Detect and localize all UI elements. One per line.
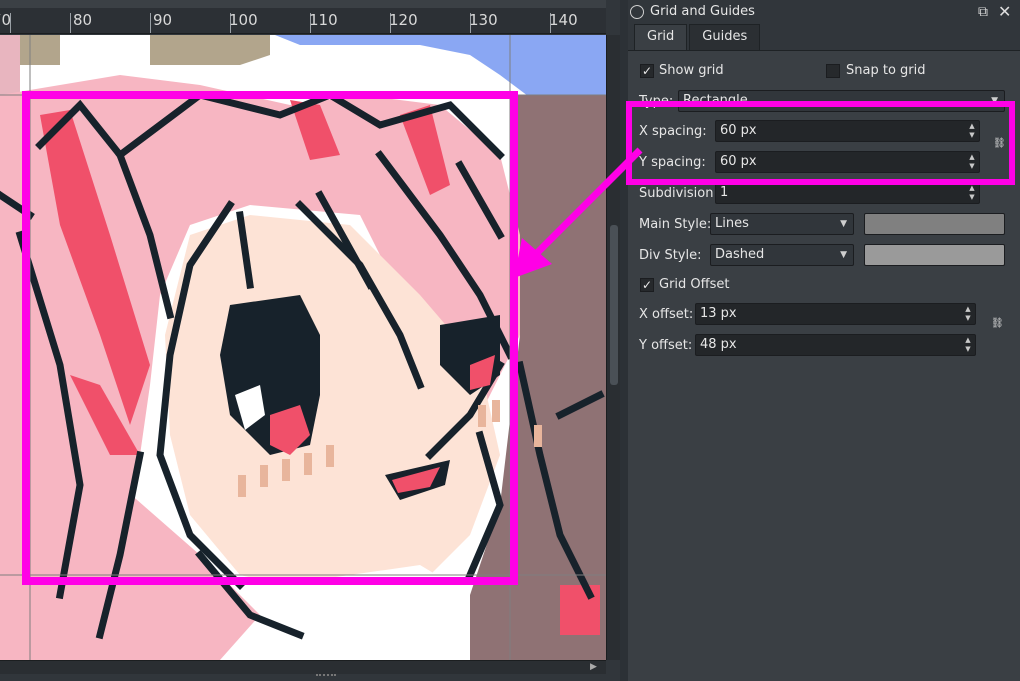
ruler-top-strip xyxy=(0,0,606,8)
grid-offset-label: Grid Offset xyxy=(659,277,730,292)
spin-arrows-icon[interactable]: ▲ ▼ xyxy=(967,184,977,202)
x-offset-label: X offset: xyxy=(639,307,694,322)
tab-bar: Grid Guides xyxy=(634,24,762,50)
subdivision-value: 1 xyxy=(720,185,729,200)
x-offset-field[interactable]: 13 px ▲ ▼ xyxy=(695,303,976,325)
close-icon[interactable]: ✕ xyxy=(998,2,1014,21)
main-style-combo[interactable]: Lines ▼ xyxy=(710,213,854,235)
ruler-label: 120 xyxy=(389,11,418,29)
spin-arrows-icon[interactable]: ▲ ▼ xyxy=(963,305,973,323)
canvas-view[interactable] xyxy=(0,35,606,660)
y-offset-label: Y offset: xyxy=(639,338,693,353)
ruler-label: 140 xyxy=(549,11,578,29)
div-style-combo[interactable]: Dashed ▼ xyxy=(710,244,854,266)
ruler-label: 70 xyxy=(0,11,12,29)
annotation-arrow xyxy=(514,147,643,278)
show-grid-checkbox[interactable]: ✓ xyxy=(640,64,654,78)
y-offset-field[interactable]: 48 px ▲ ▼ xyxy=(695,334,976,356)
show-grid-label: Show grid xyxy=(659,63,724,78)
snap-to-grid-checkbox[interactable] xyxy=(826,64,840,78)
chevron-down-icon: ▼ xyxy=(840,250,847,260)
spin-arrows-icon[interactable]: ▲ ▼ xyxy=(963,336,973,354)
subdivision-field[interactable]: 1 ▲ ▼ xyxy=(715,182,980,204)
vertical-scrollbar[interactable] xyxy=(606,35,620,660)
docker-icon xyxy=(630,5,644,19)
y-offset-value: 48 px xyxy=(700,337,737,352)
tab-guides[interactable]: Guides xyxy=(689,24,761,50)
ruler-label: 100 xyxy=(229,11,258,29)
ruler-tick xyxy=(150,13,151,33)
div-style-value: Dashed xyxy=(715,247,765,262)
ruler-label: 110 xyxy=(309,11,338,29)
div-color-swatch[interactable] xyxy=(864,244,1005,266)
docker-title-bar: Grid and Guides ⧉ ✕ xyxy=(628,0,1020,24)
ruler-label: 130 xyxy=(469,11,498,29)
chain-link-icon[interactable]: ⛓ xyxy=(991,319,1004,329)
scroll-right-arrow-icon[interactable]: ▶ xyxy=(590,662,597,672)
main-color-swatch[interactable] xyxy=(864,213,1005,235)
ruler-label: 80 xyxy=(73,11,93,29)
docker-title: Grid and Guides xyxy=(650,4,755,19)
horizontal-ruler: 70 80 90 100 110 120 130 140 xyxy=(0,0,606,34)
main-style-value: Lines xyxy=(715,216,749,231)
horizontal-scrollbar[interactable]: ▶ xyxy=(0,660,606,674)
x-offset-value: 13 px xyxy=(700,306,737,321)
pixel-art-image xyxy=(0,35,606,660)
ruler-tick xyxy=(70,13,71,33)
resize-grip[interactable] xyxy=(316,674,336,678)
chevron-down-icon: ▼ xyxy=(840,219,847,229)
tab-grid[interactable]: Grid xyxy=(634,24,688,50)
annotation-highlight-box xyxy=(626,101,1015,185)
float-window-icon[interactable]: ⧉ xyxy=(978,4,994,20)
ruler-label: 90 xyxy=(153,11,173,29)
snap-to-grid-label: Snap to grid xyxy=(846,63,926,78)
